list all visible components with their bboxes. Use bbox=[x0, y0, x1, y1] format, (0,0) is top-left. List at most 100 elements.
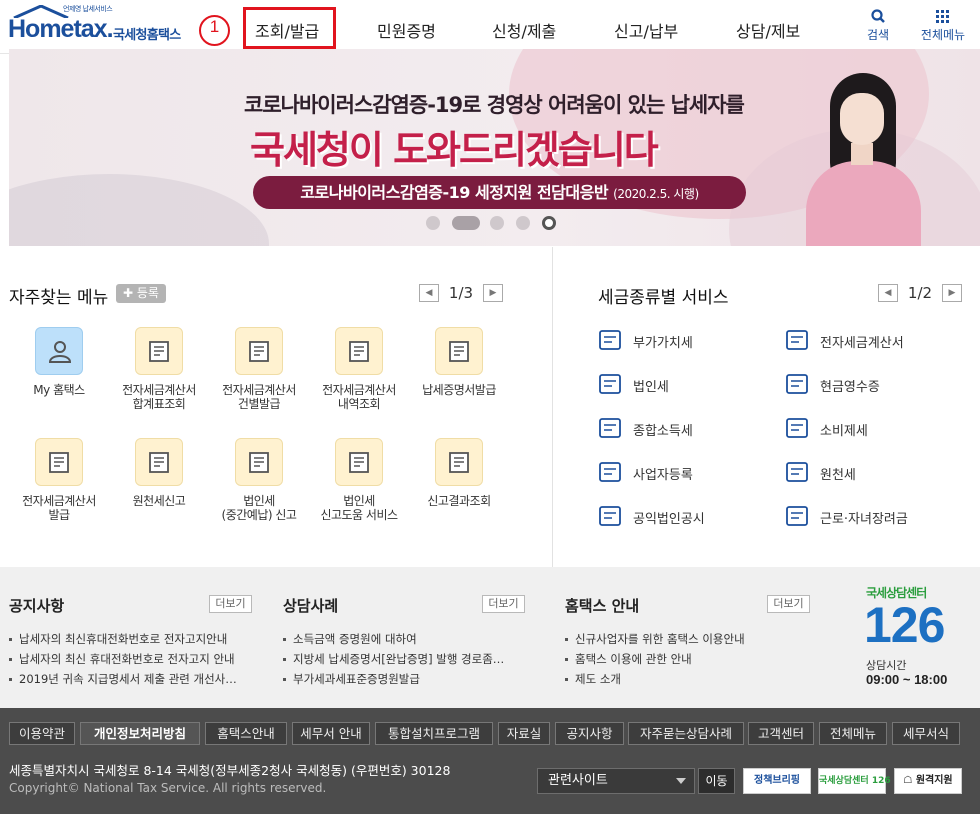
slide-dot[interactable] bbox=[452, 216, 480, 230]
consult-board-title: 상담사례 bbox=[283, 597, 339, 615]
tax-services-page: 1/2 bbox=[907, 283, 933, 302]
all-menu-button[interactable]: 전체메뉴 bbox=[913, 6, 973, 43]
footer-link[interactable]: 자료실 bbox=[498, 722, 550, 745]
favorite-menu-item[interactable]: 전자세금계산서 발급 bbox=[9, 438, 109, 522]
footer-link[interactable]: 개인정보처리방침 bbox=[80, 722, 200, 745]
footer-link[interactable]: 세무서 안내 bbox=[292, 722, 370, 745]
favorite-menu-item[interactable]: 전자세금계산서 건별발급 bbox=[209, 327, 309, 411]
register-button[interactable]: ✚ 등록 bbox=[116, 284, 166, 303]
footer-link[interactable]: 자주묻는상담사례 bbox=[628, 722, 744, 745]
related-sites-value: 관련사이트 bbox=[548, 773, 608, 788]
tax-service-label: 원천세 bbox=[820, 468, 856, 483]
tax-service-label: 현금영수증 bbox=[820, 380, 880, 395]
footer-link[interactable]: 이용약관 bbox=[9, 722, 75, 745]
footer-link[interactable]: 전체메뉴 bbox=[819, 722, 887, 745]
banner-main-title: 국세청이 도와드리겠습니다 bbox=[250, 128, 659, 172]
favorite-menu-item[interactable]: My 홈택스 bbox=[9, 327, 109, 397]
prev-page-button[interactable]: ◀ bbox=[878, 283, 898, 302]
list-item[interactable]: 지방세 납세증명서[완납증명] 발행 경로좀… bbox=[283, 649, 528, 669]
tax-services-title: 세금종류별 서비스 bbox=[598, 288, 729, 308]
list-item[interactable]: 2019년 귀속 지급명세서 제출 관련 개선사… bbox=[9, 669, 254, 689]
chevron-down-icon bbox=[676, 778, 686, 784]
policy-briefing-link[interactable]: 정책브리핑 bbox=[743, 768, 811, 794]
nav-apply-submit[interactable]: 신청/제출 bbox=[492, 18, 556, 42]
footer-link[interactable]: 고객센터 bbox=[748, 722, 814, 745]
favorite-menu-label: 법인세 (중간예납) 신고 bbox=[221, 494, 297, 522]
call-center-126[interactable]: 국세상담센터 126 상담시간 09:00 ~ 18:00 bbox=[864, 584, 974, 694]
register-label: 등록 bbox=[136, 286, 159, 300]
notice-more-button[interactable]: 더보기 bbox=[209, 595, 252, 613]
list-item[interactable]: 홈택스 이용에 관한 안내 bbox=[565, 649, 810, 669]
won-search-icon bbox=[435, 438, 483, 486]
favorite-menu-label: 법인세 신고도움 서비스 bbox=[320, 494, 398, 522]
banner-headline: 코로나바이러스감염증-19로 경영상 어려움이 있는 납세자를 bbox=[244, 93, 745, 117]
list-item[interactable]: 납세자의 최신휴대전화번호로 전자고지안내 bbox=[9, 629, 254, 649]
nav-civil-certificate[interactable]: 민원증명 bbox=[377, 18, 436, 42]
slide-dot[interactable] bbox=[426, 216, 440, 230]
tax-service-label: 소비제세 bbox=[820, 424, 868, 439]
favorite-menu-item[interactable]: 납세증명서발급 bbox=[409, 327, 509, 397]
list-item[interactable]: 제도 소개 bbox=[565, 669, 810, 689]
list-item[interactable]: 납세자의 최신 휴대전화번호로 전자고지 안내 bbox=[9, 649, 254, 669]
related-sites-select[interactable]: 관련사이트 bbox=[537, 768, 695, 794]
logo-wordmark: Hometax. bbox=[8, 15, 114, 43]
all-menu-label: 전체메뉴 bbox=[920, 28, 966, 42]
prev-page-button[interactable]: ◀ bbox=[419, 283, 439, 302]
list-item[interactable]: 부가세과세표준증명원발급 bbox=[283, 669, 528, 689]
footer-link[interactable]: 통합설치프로그램 bbox=[375, 722, 493, 745]
person-icon bbox=[35, 327, 83, 375]
favorite-menu-item[interactable]: 원천세신고 bbox=[109, 438, 209, 508]
favorite-menu-label: 전자세금계산서 발급 bbox=[22, 494, 96, 522]
nav-report-pay[interactable]: 신고/납부 bbox=[614, 18, 678, 42]
search-label: 검색 bbox=[866, 28, 890, 42]
hometax-logo[interactable]: 언제영 납세서비스 Hometax. 국세청홈택스 bbox=[8, 4, 193, 46]
nav-consult-tip[interactable]: 상담/제보 bbox=[736, 18, 800, 42]
list-item[interactable]: 신규사업자를 위한 홈택스 이용안내 bbox=[565, 629, 810, 649]
favorite-menu-label: 원천세신고 bbox=[132, 494, 186, 508]
go-button[interactable]: 이동 bbox=[698, 768, 735, 794]
consult-more-button[interactable]: 더보기 bbox=[482, 595, 525, 613]
remote-support-link[interactable]: ☖ 원격지원 bbox=[894, 768, 962, 794]
slide-dot-active[interactable] bbox=[542, 216, 556, 230]
invoice-icon bbox=[35, 438, 83, 486]
tax-service-label: 부가가치세 bbox=[633, 336, 693, 351]
board-section: 공지사항 더보기 납세자의 최신휴대전화번호로 전자고지안내 납세자의 최신 휴… bbox=[0, 567, 980, 708]
building-icon bbox=[599, 374, 621, 394]
header: 언제영 납세서비스 Hometax. 국세청홈택스 1 조회/발급 민원증명 신… bbox=[0, 0, 980, 54]
invoice-search-icon bbox=[335, 327, 383, 375]
footer-address: 세종특별자치시 국세청로 8-14 국세청(정부세종2청사 국세청동) (우편번… bbox=[9, 763, 451, 778]
favorite-menu-item[interactable]: 전자세금계산서 합계표조회 bbox=[109, 327, 209, 411]
favorite-menu-panel: 자주찾는 메뉴 ✚ 등록 ◀ 1/3 ▶ My 홈택스 전자세금계산서 합계표조회 전자… bbox=[0, 247, 553, 567]
footer-link[interactable]: 홈택스안내 bbox=[205, 722, 287, 745]
footer-link[interactable]: 공지사항 bbox=[555, 722, 624, 745]
tax-service-label: 근로·자녀장려금 bbox=[820, 512, 908, 527]
slide-dot[interactable] bbox=[516, 216, 530, 230]
banner-model-image bbox=[806, 73, 921, 246]
favorites-page: 1/3 bbox=[448, 283, 474, 302]
tax-service-label: 전자세금계산서 bbox=[820, 336, 904, 351]
favorite-menu-item[interactable]: 법인세 (중간예납) 신고 bbox=[209, 438, 309, 522]
favorite-menu-item[interactable]: 신고결과조회 bbox=[409, 438, 509, 508]
search-button[interactable]: 검색 bbox=[848, 6, 908, 43]
footer-link[interactable]: 세무서식 bbox=[892, 722, 960, 745]
favorite-menu-label: 납세증명서발급 bbox=[422, 383, 496, 397]
remote-support-icon: ☖ bbox=[903, 775, 916, 786]
list-item[interactable]: 소득금액 증명원에 대하여 bbox=[283, 629, 528, 649]
hours-label: 상담시간 bbox=[866, 659, 907, 672]
calculator-icon bbox=[786, 330, 808, 350]
user-icon bbox=[599, 462, 621, 482]
favorite-menu-label: My 홈택스 bbox=[33, 383, 85, 397]
favorite-menu-item[interactable]: 전자세금계산서 내역조회 bbox=[309, 327, 409, 411]
favorite-menu-item[interactable]: 법인세 신고도움 서비스 bbox=[309, 438, 409, 522]
promo-banner[interactable]: 코로나바이러스감염증-19로 경영상 어려움이 있는 납세자를 국세청이 도와드… bbox=[9, 49, 980, 246]
favorite-menu-label: 전자세금계산서 건별발급 bbox=[222, 383, 296, 411]
guide-more-button[interactable]: 더보기 bbox=[767, 595, 810, 613]
cash-receipt-icon bbox=[786, 374, 808, 394]
tax-service-label: 종합소득세 bbox=[633, 424, 693, 439]
call-center-link[interactable]: 국세상담센터 126 bbox=[818, 768, 891, 794]
nav-inquiry-issue[interactable]: 조회/발급 bbox=[255, 18, 319, 42]
slide-dot[interactable] bbox=[490, 216, 504, 230]
next-page-button[interactable]: ▶ bbox=[483, 283, 503, 302]
next-page-button[interactable]: ▶ bbox=[942, 283, 962, 302]
invoice-issue-icon bbox=[235, 327, 283, 375]
